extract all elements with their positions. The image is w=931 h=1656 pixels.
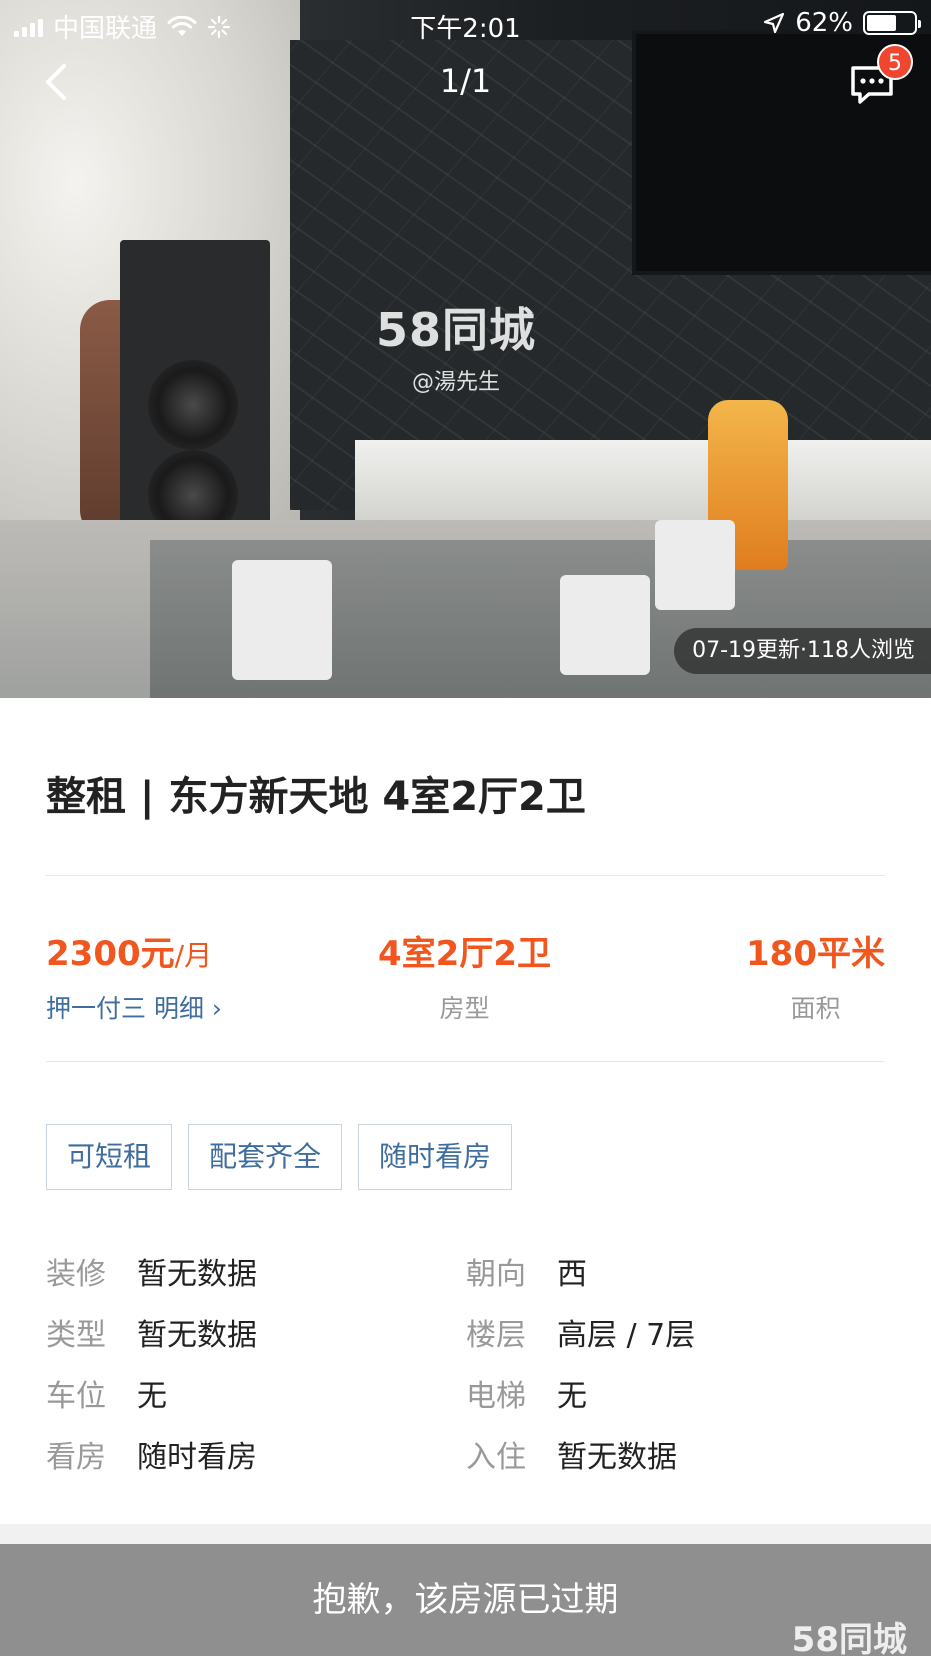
attr-viewing: 看房 随时看房	[46, 1432, 466, 1476]
attr-elevator: 电梯 无	[466, 1371, 886, 1415]
tag-list: 可短租 配套齐全 随时看房	[46, 1124, 513, 1190]
layout-value: 4室2厅2卫	[378, 934, 551, 974]
attr-value: 暂无数据	[557, 1439, 677, 1475]
battery-icon	[863, 11, 921, 35]
attr-key: 楼层	[466, 1317, 526, 1353]
attr-key: 入住	[466, 1439, 526, 1475]
attribute-grid: 装修 暂无数据 朝向 西 类型 暂无数据 楼层 高层 / 7层 车位 无 电梯 …	[46, 1240, 886, 1484]
tag-short-term: 可短租	[46, 1124, 173, 1190]
area-value: 180平米	[746, 934, 885, 974]
attribute-row: 看房 随时看房 入住 暂无数据	[46, 1423, 886, 1484]
layout-label: 房型	[439, 994, 490, 1023]
location-arrow-icon	[764, 12, 785, 34]
photo-cup	[232, 560, 332, 680]
photo-cup	[655, 520, 735, 610]
layout-block: 4室2厅2卫 房型	[378, 926, 551, 1025]
photo-speaker	[120, 240, 270, 550]
listing-photo[interactable]: 58同城 @湯先生	[0, 0, 931, 698]
attr-move-in: 入住 暂无数据	[466, 1432, 886, 1476]
photo-watermark: 58同城 @湯先生	[376, 294, 536, 396]
attribute-row: 车位 无 电梯 无	[46, 1362, 886, 1423]
attr-value: 暂无数据	[137, 1317, 257, 1353]
attr-orientation: 朝向 西	[466, 1249, 886, 1293]
attr-key: 电梯	[466, 1378, 526, 1414]
watermark-user: @湯先生	[412, 370, 501, 395]
listing-title: 整租 | 东方新天地 4室2厅2卫	[46, 774, 586, 820]
footer-logo: 58同城	[791, 1620, 907, 1656]
area-block: 180平米 面积	[746, 926, 885, 1025]
attr-value: 暂无数据	[137, 1256, 257, 1292]
attr-value: 无	[137, 1378, 167, 1414]
battery-fill	[867, 15, 896, 31]
attr-parking: 车位 无	[46, 1371, 466, 1415]
attr-floor: 楼层 高层 / 7层	[466, 1310, 886, 1354]
battery-percent: 62%	[795, 8, 853, 38]
attr-value: 无	[557, 1378, 587, 1414]
tag-fully-equipped: 配套齐全	[188, 1124, 343, 1190]
price-unit: /月	[174, 939, 213, 972]
message-badge: 5	[877, 44, 913, 80]
deposit-detail-link[interactable]: 押一付三 明细 ›	[46, 989, 222, 1025]
watermark-brand: 58同城	[376, 303, 537, 357]
divider	[46, 1061, 885, 1062]
photo-speaker-cone	[148, 360, 238, 450]
price-block: 2300元/月 押一付三 明细 ›	[46, 926, 222, 1025]
section-gap	[0, 1524, 931, 1544]
photo-cup	[560, 575, 650, 675]
attr-value: 随时看房	[137, 1439, 257, 1475]
attr-key: 看房	[46, 1439, 106, 1475]
attr-decoration: 装修 暂无数据	[46, 1249, 466, 1293]
deposit-text: 押一付三 明细	[46, 994, 204, 1023]
attr-key: 类型	[46, 1317, 106, 1353]
price-amount: 2300元	[46, 934, 175, 974]
attr-type: 类型 暂无数据	[46, 1310, 466, 1354]
attr-value: 西	[557, 1256, 587, 1292]
divider	[46, 875, 885, 876]
photo-cabinet	[355, 440, 931, 530]
status-bar: 中国联通 下午2:01 62%	[0, 0, 931, 48]
attr-value: 高层 / 7层	[557, 1317, 696, 1353]
attr-key: 朝向	[466, 1256, 526, 1292]
update-info: 07-19更新·118人浏览	[674, 628, 931, 674]
price-value: 2300元/月	[46, 926, 222, 975]
page-counter: 1/1	[439, 62, 492, 100]
tag-view-anytime: 随时看房	[358, 1124, 513, 1190]
attribute-row: 类型 暂无数据 楼层 高层 / 7层	[46, 1301, 886, 1362]
attribute-row: 装修 暂无数据 朝向 西	[46, 1240, 886, 1301]
area-label: 面积	[790, 994, 841, 1023]
attr-key: 装修	[46, 1256, 106, 1292]
chevron-right-icon: ›	[211, 994, 222, 1023]
attr-key: 车位	[46, 1378, 106, 1414]
status-right: 62%	[763, 8, 921, 38]
